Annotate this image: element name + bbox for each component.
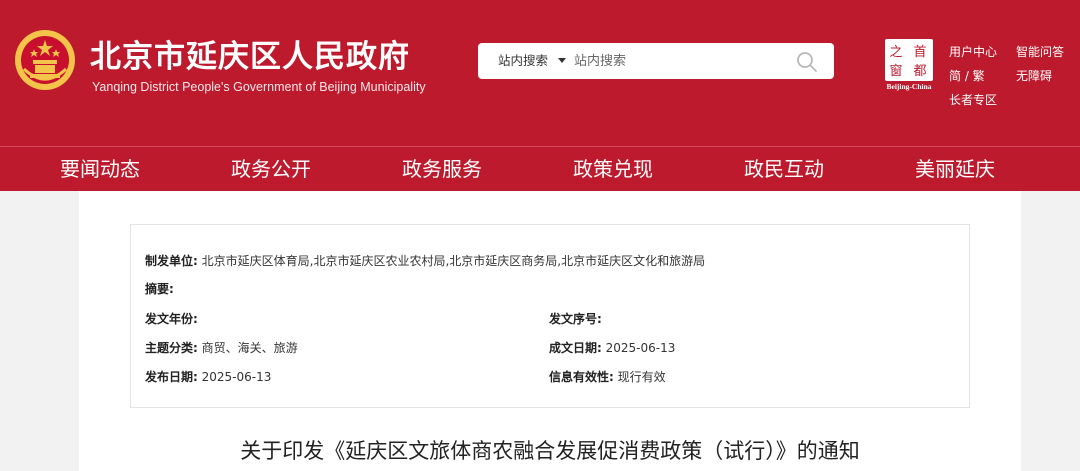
meta-doc-no: 发文序号: bbox=[549, 310, 602, 327]
national-emblem-icon bbox=[15, 30, 75, 90]
capital-logo-char: 首 bbox=[913, 45, 926, 60]
article-title: 关于印发《延庆区文旅体商农融合发展促消费政策（试行）》的通知 bbox=[240, 439, 860, 463]
meta-label: 发文年份: bbox=[145, 312, 198, 326]
elderly-zone-link[interactable]: 长者专区 bbox=[949, 91, 997, 108]
search-box: 站内搜索 bbox=[478, 43, 834, 79]
meta-abstract: 摘要: bbox=[145, 280, 174, 297]
meta-validity: 信息有效性: 现行有效 bbox=[549, 368, 666, 385]
nav-item-gov-services[interactable]: 政务服务 bbox=[357, 147, 527, 192]
chevron-down-icon[interactable] bbox=[558, 58, 566, 63]
meta-created: 成文日期: 2025-06-13 bbox=[549, 339, 675, 356]
main-nav: 要闻动态 政务公开 政务服务 政策兑现 政民互动 美丽延庆 bbox=[0, 146, 1080, 191]
meta-label: 主题分类: bbox=[145, 341, 198, 355]
meta-label: 发布日期: bbox=[145, 370, 198, 384]
search-input[interactable] bbox=[574, 43, 774, 79]
meta-year: 发文年份: bbox=[145, 310, 198, 327]
capital-logo-char: 窗 bbox=[889, 63, 902, 79]
site-subtitle: Yanqing District People's Government of … bbox=[92, 80, 426, 94]
meta-topic: 主题分类: 商贸、海关、旅游 bbox=[145, 339, 298, 356]
accessibility-link[interactable]: 无障碍 bbox=[1016, 67, 1052, 84]
simplified-traditional-toggle[interactable]: 简 / 繁 bbox=[949, 67, 985, 84]
meta-value: 2025-06-13 bbox=[605, 341, 676, 355]
site-header: 北京市延庆区人民政府 Yanqing District People's Gov… bbox=[0, 0, 1080, 146]
capital-logo-caption: Beijing-China bbox=[886, 82, 932, 91]
nav-item-yanqing[interactable]: 美丽延庆 bbox=[870, 147, 1040, 192]
meta-value: 2025-06-13 bbox=[201, 370, 272, 384]
meta-label: 成文日期: bbox=[549, 341, 602, 355]
nav-item-interaction[interactable]: 政民互动 bbox=[699, 147, 869, 192]
user-center-link[interactable]: 用户中心 bbox=[949, 43, 997, 60]
capital-logo-char: 之 bbox=[889, 45, 902, 60]
meta-value: 商贸、海关、旅游 bbox=[201, 341, 298, 355]
site-title: 北京市延庆区人民政府 bbox=[90, 39, 410, 75]
smart-qa-link[interactable]: 智能问答 bbox=[1016, 43, 1064, 60]
search-scope-label: 站内搜索 bbox=[498, 53, 549, 68]
nav-item-gov-affairs[interactable]: 政务公开 bbox=[186, 147, 356, 192]
meta-label: 发文序号: bbox=[549, 312, 602, 326]
document-meta-box: 制发单位: 北京市延庆区体育局,北京市延庆区农业农村局,北京市延庆区商务局,北京… bbox=[130, 224, 970, 408]
meta-value: 现行有效 bbox=[617, 370, 666, 384]
nav-item-policy[interactable]: 政策兑现 bbox=[528, 147, 698, 192]
search-icon[interactable] bbox=[796, 51, 818, 73]
nav-item-news[interactable]: 要闻动态 bbox=[15, 147, 185, 192]
meta-value: 北京市延庆区体育局,北京市延庆区农业农村局,北京市延庆区商务局,北京市延庆区文化… bbox=[201, 254, 706, 268]
meta-label: 摘要: bbox=[145, 282, 174, 296]
content-panel: 制发单位: 北京市延庆区体育局,北京市延庆区农业农村局,北京市延庆区商务局,北京… bbox=[79, 191, 1021, 471]
meta-issuer: 制发单位: 北京市延庆区体育局,北京市延庆区农业农村局,北京市延庆区商务局,北京… bbox=[145, 252, 705, 269]
search-scope-dropdown[interactable]: 站内搜索 bbox=[498, 43, 548, 79]
meta-published: 发布日期: 2025-06-13 bbox=[145, 368, 271, 385]
meta-label: 信息有效性: bbox=[549, 370, 614, 384]
meta-label: 制发单位: bbox=[145, 254, 198, 268]
capital-logo-char: 都 bbox=[913, 64, 926, 79]
